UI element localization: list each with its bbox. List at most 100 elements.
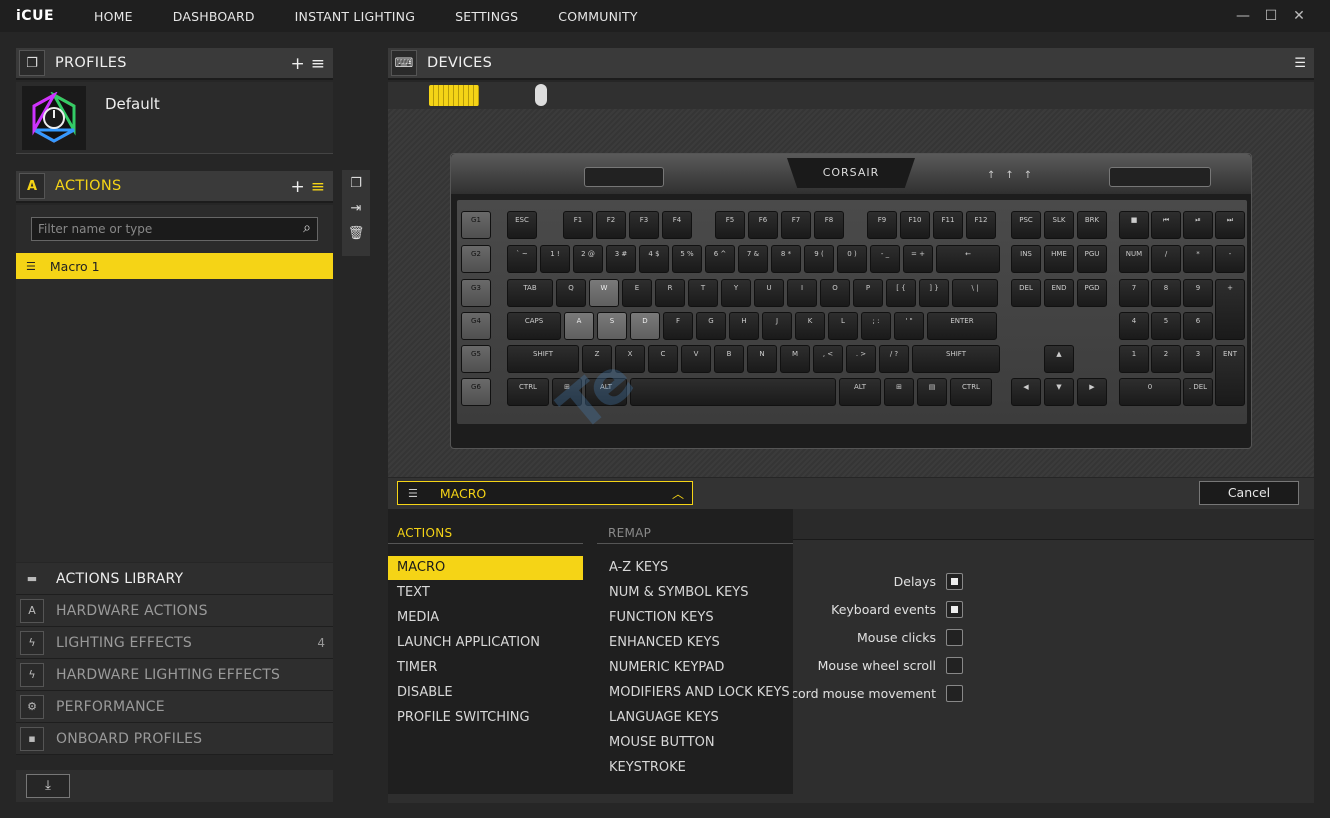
add-profile-icon[interactable]: + bbox=[291, 54, 305, 74]
keyboard-key[interactable]: 3 bbox=[1183, 345, 1213, 373]
keyboard-key[interactable]: X bbox=[615, 345, 645, 373]
action-item-macro-1[interactable]: ☰ Macro 1 bbox=[16, 253, 333, 279]
nav-instant-lighting[interactable]: INSTANT LIGHTING bbox=[295, 9, 415, 24]
menu-remap-item[interactable]: MOUSE BUTTON bbox=[600, 731, 790, 755]
keyboard-key[interactable]: END bbox=[1044, 279, 1074, 307]
profile-card[interactable]: Default bbox=[16, 82, 333, 154]
keyboard-key[interactable]: G bbox=[696, 312, 726, 340]
option-checkbox[interactable] bbox=[946, 601, 963, 618]
keyboard-key[interactable]: ; : bbox=[861, 312, 891, 340]
keyboard-key[interactable]: ▤ bbox=[917, 378, 947, 406]
keyboard-key[interactable]: 1 ! bbox=[540, 245, 570, 273]
keyboard-key[interactable]: PGU bbox=[1077, 245, 1107, 273]
keyboard-key[interactable]: ▲ bbox=[1044, 345, 1074, 373]
keyboard-key[interactable]: CTRL bbox=[507, 378, 549, 406]
cancel-button[interactable]: Cancel bbox=[1199, 481, 1299, 505]
keyboard-key[interactable]: DEL bbox=[1011, 279, 1041, 307]
menu-remap-item[interactable]: KEYSTROKE bbox=[600, 756, 790, 780]
keyboard-key[interactable]: J bbox=[762, 312, 792, 340]
keyboard-key[interactable]: H bbox=[729, 312, 759, 340]
keyboard-key[interactable]: , < bbox=[813, 345, 843, 373]
keyboard-key[interactable]: HME bbox=[1044, 245, 1074, 273]
keyboard-key[interactable]: G3 bbox=[461, 279, 491, 307]
minimize-icon[interactable]: — bbox=[1236, 8, 1250, 24]
keyboard-key[interactable]: P bbox=[853, 279, 883, 307]
keyboard-key[interactable]: . > bbox=[846, 345, 876, 373]
keyboard-key[interactable]: CTRL bbox=[950, 378, 992, 406]
keyboard-key[interactable]: G4 bbox=[461, 312, 491, 340]
keyboard-key[interactable]: ■ bbox=[1119, 211, 1149, 239]
keyboard-key[interactable]: N bbox=[747, 345, 777, 373]
keyboard-key[interactable]: / bbox=[1151, 245, 1181, 273]
keyboard-key[interactable]: = + bbox=[903, 245, 933, 273]
keyboard-key[interactable]: F2 bbox=[596, 211, 626, 239]
keyboard-key[interactable]: 7 bbox=[1119, 279, 1149, 307]
devices-menu-icon[interactable]: ☰ bbox=[1294, 56, 1306, 71]
nav-settings[interactable]: SETTINGS bbox=[455, 9, 518, 24]
keyboard-key[interactable]: 4 $ bbox=[639, 245, 669, 273]
keyboard-key[interactable]: PSC bbox=[1011, 211, 1041, 239]
keyboard-key[interactable]: * bbox=[1183, 245, 1213, 273]
keyboard-key[interactable]: R bbox=[655, 279, 685, 307]
keyboard-key[interactable]: / ? bbox=[879, 345, 909, 373]
keyboard-key[interactable]: W bbox=[589, 279, 619, 307]
trash-icon[interactable]: 🗑 bbox=[348, 226, 365, 241]
menu-action-item[interactable]: MEDIA bbox=[388, 606, 583, 630]
keyboard-key[interactable]: 0 bbox=[1119, 378, 1181, 406]
filter-input[interactable]: Filter name or type ⌕ bbox=[31, 217, 318, 241]
nav-home[interactable]: HOME bbox=[94, 9, 133, 24]
keyboard-key[interactable]: 7 & bbox=[738, 245, 768, 273]
option-checkbox[interactable] bbox=[946, 629, 963, 646]
menu-remap-item[interactable]: MODIFIERS AND LOCK KEYS bbox=[600, 681, 790, 705]
keyboard-key[interactable]: 3 # bbox=[606, 245, 636, 273]
keyboard-key[interactable]: F3 bbox=[629, 211, 659, 239]
keyboard-key[interactable]: TAB bbox=[507, 279, 553, 307]
library-header[interactable]: ▬ ACTIONS LIBRARY bbox=[16, 563, 333, 595]
keyboard-key[interactable]: F7 bbox=[781, 211, 811, 239]
menu-action-item[interactable]: TIMER bbox=[388, 656, 583, 680]
keyboard-key[interactable]: 2 bbox=[1151, 345, 1181, 373]
keyboard-key[interactable]: ] } bbox=[919, 279, 949, 307]
library-item-hardware-lighting-effects[interactable]: ϟ HARDWARE LIGHTING EFFECTS bbox=[16, 659, 333, 691]
library-item-hardware-actions[interactable]: A HARDWARE ACTIONS bbox=[16, 595, 333, 627]
library-item-lighting-effects[interactable]: ϟ LIGHTING EFFECTS 4 bbox=[16, 627, 333, 659]
keyboard-key[interactable]: ▼ bbox=[1044, 378, 1074, 406]
search-icon[interactable]: ⌕ bbox=[303, 220, 311, 236]
keyboard-key[interactable]: ⏯ bbox=[1183, 211, 1213, 239]
menu-action-item[interactable]: PROFILE SWITCHING bbox=[388, 706, 583, 730]
keyboard-key[interactable]: F1 bbox=[563, 211, 593, 239]
keyboard-key[interactable]: PGD bbox=[1077, 279, 1107, 307]
keyboard-key[interactable]: ENTER bbox=[927, 312, 997, 340]
menu-remap-item[interactable]: ENHANCED KEYS bbox=[600, 631, 790, 655]
keyboard-key[interactable]: ESC bbox=[507, 211, 537, 239]
keyboard-key[interactable]: 6 bbox=[1183, 312, 1213, 340]
keyboard-key[interactable]: ' " bbox=[894, 312, 924, 340]
keyboard-key[interactable]: Y bbox=[721, 279, 751, 307]
keyboard-key[interactable]: ALT bbox=[585, 378, 627, 406]
keyboard-key[interactable]: F9 bbox=[867, 211, 897, 239]
keyboard-key[interactable]: ALT bbox=[839, 378, 881, 406]
menu-remap-item[interactable]: A-Z KEYS bbox=[600, 556, 790, 580]
keyboard-key[interactable]: U bbox=[754, 279, 784, 307]
keyboard-key[interactable]: 5 % bbox=[672, 245, 702, 273]
keyboard-key[interactable]: F6 bbox=[748, 211, 778, 239]
keyboard-key[interactable]: ◀ bbox=[1011, 378, 1041, 406]
mouse-device-icon[interactable] bbox=[535, 84, 547, 106]
keyboard-key[interactable]: SHIFT bbox=[912, 345, 1000, 373]
menu-remap-item[interactable]: LANGUAGE KEYS bbox=[600, 706, 790, 730]
option-checkbox[interactable] bbox=[946, 657, 963, 674]
keyboard-key[interactable]: Q bbox=[556, 279, 586, 307]
keyboard-key[interactable]: A bbox=[564, 312, 594, 340]
keyboard-key[interactable]: G2 bbox=[461, 245, 491, 273]
keyboard-key[interactable]: 5 bbox=[1151, 312, 1181, 340]
menu-action-item[interactable]: LAUNCH APPLICATION bbox=[388, 631, 583, 655]
keyboard-key[interactable]: ⊞ bbox=[884, 378, 914, 406]
keyboard-key[interactable]: O bbox=[820, 279, 850, 307]
keyboard-key[interactable]: L bbox=[828, 312, 858, 340]
keyboard-key[interactable]: 6 ^ bbox=[705, 245, 735, 273]
keyboard-key[interactable]: + bbox=[1215, 279, 1245, 340]
keyboard-key[interactable]: \ | bbox=[952, 279, 998, 307]
keyboard-key[interactable]: 4 bbox=[1119, 312, 1149, 340]
keyboard-key[interactable]: T bbox=[688, 279, 718, 307]
keyboard-key[interactable]: C bbox=[648, 345, 678, 373]
